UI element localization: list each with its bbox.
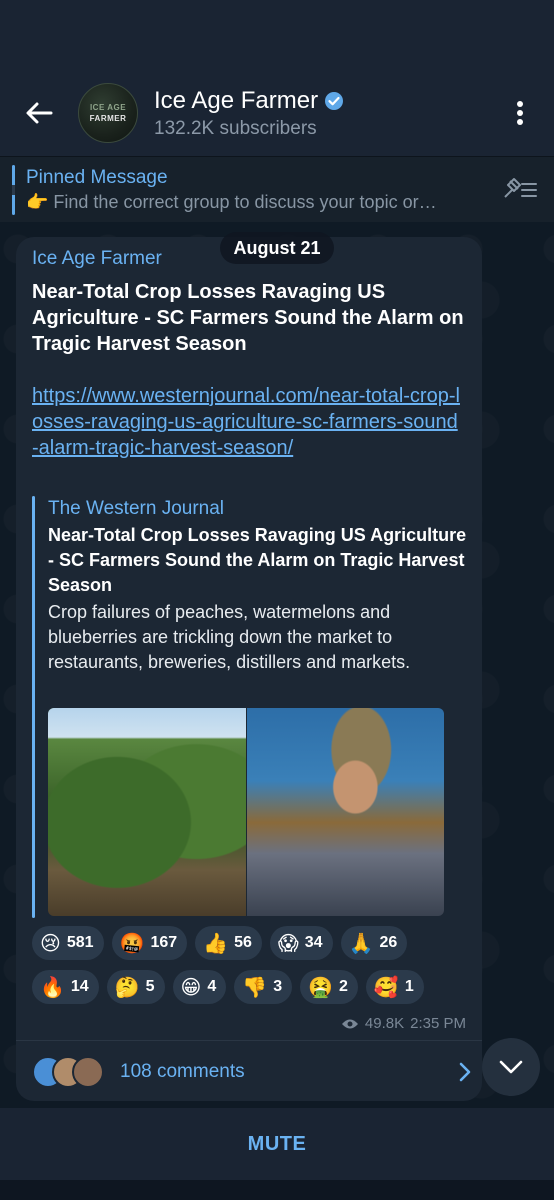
reaction-count: 56 <box>234 934 252 951</box>
reaction-count: 3 <box>273 978 283 995</box>
farmer-portrait-photo <box>246 708 444 916</box>
crying-face-icon: 😢 <box>40 931 61 955</box>
avatar-line1: ICE AGE <box>89 103 127 112</box>
reaction-cursing[interactable]: 🤬 167 <box>111 926 188 960</box>
link-preview-image[interactable] <box>48 708 444 916</box>
reaction-grin[interactable]: 😁 4 <box>172 970 227 1004</box>
fire-icon: 🔥 <box>40 975 65 999</box>
reaction-love[interactable]: 🥰 1 <box>365 970 424 1004</box>
channel-info[interactable]: Ice Age Farmer 132.2K subscribers <box>154 87 498 140</box>
eye-icon <box>341 1019 358 1028</box>
reaction-count: 2 <box>339 978 348 995</box>
reaction-fire[interactable]: 🔥 14 <box>32 970 99 1004</box>
reaction-count: 14 <box>70 978 89 995</box>
comments-divider <box>16 1040 482 1041</box>
channel-title: Ice Age Farmer <box>154 86 319 114</box>
pinned-title: Pinned Message <box>26 167 168 188</box>
comments-button[interactable]: 108 comments <box>32 1048 472 1096</box>
screaming-face-icon: 😱 <box>277 931 299 955</box>
reaction-thinking[interactable]: 🤔 5 <box>106 970 165 1004</box>
cursing-face-icon: 🤬 <box>119 931 145 955</box>
chevron-down-icon <box>499 1060 523 1074</box>
reaction-count: 26 <box>379 934 398 951</box>
thinking-face-icon: 🤔 <box>114 975 140 999</box>
message-time: 2:35 PM <box>410 1015 466 1032</box>
link-preview-title: Near-Total Crop Losses Ravaging US Agric… <box>48 525 467 595</box>
subscriber-count: 132.2K subscribers <box>154 117 317 139</box>
reaction-pray[interactable]: 🙏 26 <box>340 926 408 960</box>
status-bar <box>0 0 554 70</box>
reactions-row-1: 😢 581 🤬 167 👍 56 😱 34 🙏 26 <box>32 926 472 960</box>
mute-button[interactable]: MUTE <box>248 1133 307 1156</box>
more-menu-button[interactable] <box>498 83 542 143</box>
reactions: 😢 581 🤬 167 👍 56 😱 34 🙏 26 🔥 14 🤔 5 😁 4 👎 3 🤮 2 🥰 1 <box>32 926 472 1014</box>
blueberry-bushes-photo <box>48 708 246 916</box>
vomiting-face-icon: 🤮 <box>308 975 333 999</box>
bottom-action-bar: MUTE <box>0 1108 554 1180</box>
link-preview-description: Crop failures of peaches, watermelons an… <box>48 602 411 672</box>
reaction-thumbs-up[interactable]: 👍 56 <box>195 926 262 960</box>
article-link[interactable]: https://www.westernjournal.com/near-tota… <box>32 383 462 461</box>
pinned-indicator <box>12 165 15 215</box>
message-meta: 49.8K 2:35 PM <box>341 1015 466 1032</box>
pinned-message-bar[interactable]: Pinned Message 👉 Find the correct group … <box>0 156 554 222</box>
date-badge: August 21 <box>220 232 334 264</box>
reactions-row-2: 🔥 14 🤔 5 😁 4 👎 3 🤮 2 🥰 1 <box>32 970 472 1004</box>
thumbs-down-icon: 👎 <box>242 975 268 999</box>
verified-badge-icon <box>325 91 344 110</box>
back-button[interactable] <box>0 70 78 156</box>
reaction-vomit[interactable]: 🤮 2 <box>300 970 358 1004</box>
reaction-screaming[interactable]: 😱 34 <box>269 926 333 960</box>
reaction-count: 34 <box>304 934 323 951</box>
arrow-left-icon <box>26 102 53 124</box>
reaction-count: 4 <box>207 978 217 995</box>
smiling-hearts-icon: 🥰 <box>373 975 399 999</box>
thumbs-up-icon: 👍 <box>203 931 229 955</box>
reaction-count: 167 <box>150 934 178 951</box>
chevron-right-icon <box>459 1062 471 1082</box>
message-title: Near-Total Crop Losses Ravaging US Agric… <box>32 281 464 355</box>
reaction-count: 5 <box>145 978 155 995</box>
message-author[interactable]: Ice Age Farmer <box>32 248 162 270</box>
folded-hands-icon: 🙏 <box>348 931 374 955</box>
reaction-thumbs-down[interactable]: 👎 3 <box>234 970 293 1004</box>
pinned-list-button[interactable] <box>502 175 538 205</box>
more-vertical-icon <box>517 101 523 125</box>
system-nav-bar <box>0 1180 554 1200</box>
reaction-count: 1 <box>404 978 414 995</box>
link-preview-site[interactable]: The Western Journal <box>48 498 224 520</box>
link-preview-bar <box>32 496 35 918</box>
comments-count: 108 comments <box>120 1061 245 1082</box>
chat-header: ICE AGE FARMER Ice Age Farmer 132.2K sub… <box>0 70 554 156</box>
pin-list-icon <box>504 178 537 198</box>
view-count: 49.8K <box>364 1015 405 1032</box>
avatar <box>72 1056 104 1088</box>
grinning-face-icon: 😁 <box>180 975 202 999</box>
channel-avatar[interactable]: ICE AGE FARMER <box>78 83 138 143</box>
pinned-text: 👉 Find the correct group to discuss your… <box>26 192 437 212</box>
avatar-line2: FARMER <box>89 114 127 123</box>
reaction-crying[interactable]: 😢 581 <box>32 926 104 960</box>
reaction-count: 581 <box>66 934 94 951</box>
scroll-down-button[interactable] <box>482 1038 540 1096</box>
